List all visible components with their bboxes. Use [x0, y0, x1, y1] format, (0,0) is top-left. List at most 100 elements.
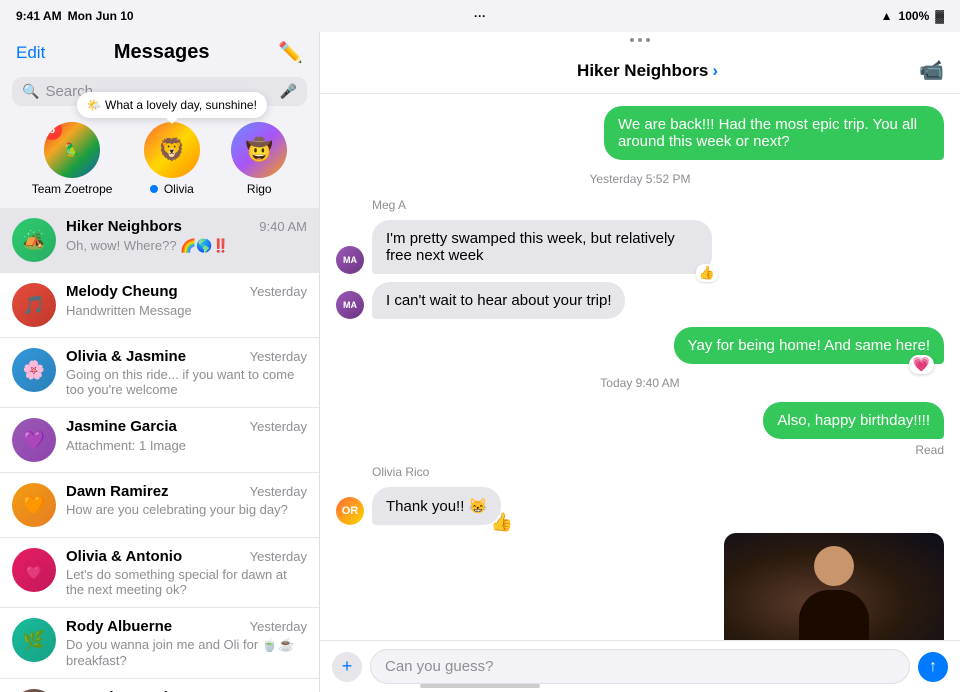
blue-dot-olivia: [150, 185, 158, 193]
list-item-melody-cheung[interactable]: 🎵 Melody Cheung Yesterday Handwritten Me…: [0, 273, 319, 338]
conversation-panel: Hiker Neighbors › 📹 We are back!!! Had t…: [320, 32, 960, 692]
status-bar-right: ▲ 100% ▓: [881, 9, 944, 23]
message-bubble-1: We are back!!! Had the most epic trip. Y…: [604, 106, 944, 160]
list-avatar-hiker: 🏕️: [12, 218, 56, 262]
sender-name-mega: Meg A: [372, 198, 944, 212]
conversation-title: Hiker Neighbors: [577, 61, 708, 81]
list-item-name-melody: Melody Cheung: [66, 283, 178, 300]
message-cant-wait: MA I can't wait to hear about your trip!: [336, 282, 944, 319]
add-button[interactable]: +: [332, 652, 362, 682]
dot2: [638, 38, 642, 42]
message-yay: Yay for being home! And same here! 💗: [336, 327, 944, 364]
status-dots: ···: [474, 9, 486, 23]
list-item-preview-jasmine: Attachment: 1 Image: [66, 438, 186, 453]
person-figure: [799, 546, 869, 640]
battery-level: 100%: [899, 9, 930, 23]
list-item-preview-dawn: How are you celebrating your big day?: [66, 502, 307, 517]
status-bar: 9:41 AM Mon Jun 10 ··· ▲ 100% ▓: [0, 0, 960, 32]
thumbs-up-overlay: 👍: [491, 512, 513, 533]
conversation-title-area[interactable]: Hiker Neighbors ›: [577, 61, 718, 81]
list-item-olivia-jasmine[interactable]: 🌸 Olivia & Jasmine Yesterday Going on th…: [0, 338, 319, 408]
avatar-mega-2: MA: [336, 291, 364, 319]
list-avatar-oliviaa: 💗: [12, 548, 56, 592]
list-item-rody-albuerne[interactable]: 🌿 Rody Albuerne Yesterday Do you wanna j…: [0, 608, 319, 679]
message-bubble-6: Thank you!! 😸: [372, 487, 501, 525]
list-item-time-oliviaj: Yesterday: [250, 349, 307, 364]
status-time: 9:41 AM: [16, 9, 62, 23]
list-item-content-oliviaa: Olivia & Antonio Yesterday Let's do some…: [66, 548, 307, 597]
video-inner: [724, 533, 944, 640]
compose-button[interactable]: ✏️: [278, 40, 303, 65]
list-avatar-dawn: 🧡: [12, 483, 56, 527]
list-item-name-rody: Rody Albuerne: [66, 618, 172, 635]
sidebar: Edit Messages ✏️ 🔍 Search 🎤 6 🦜 Team Zoe…: [0, 32, 320, 692]
dot3: [646, 38, 650, 42]
bubble-wrapper-2: I'm pretty swamped this week, but relati…: [372, 220, 712, 274]
message-happy-birthday: Also, happy birthday!!!!: [336, 402, 944, 439]
avatar-oliviarico-1: OR: [336, 497, 364, 525]
tooltip-bubble: 🌤️ What a lovely day, sunshine!: [77, 92, 267, 118]
person-head: [814, 546, 854, 586]
send-button[interactable]: ↑: [918, 652, 948, 682]
app-container: Edit Messages ✏️ 🔍 Search 🎤 6 🦜 Team Zoe…: [0, 32, 960, 692]
input-area: + Can you guess? ↑: [320, 640, 960, 692]
list-item-antonio-manriquez[interactable]: 👤 Antonio Manríquez Yesterday: [0, 679, 319, 692]
sender-name-oliviarico-1: Olivia Rico: [372, 465, 944, 479]
list-item-content-jasmine: Jasmine Garcia Yesterday Attachment: 1 I…: [66, 418, 307, 455]
list-item-jasmine-garcia[interactable]: 💜 Jasmine Garcia Yesterday Attachment: 1…: [0, 408, 319, 473]
message-input[interactable]: Can you guess?: [370, 649, 910, 684]
pinned-name-olivia: Olivia: [164, 182, 194, 196]
search-icon: 🔍: [22, 83, 39, 100]
message-we-are-back: We are back!!! Had the most epic trip. Y…: [336, 106, 944, 160]
list-item-content-oliviaj: Olivia & Jasmine Yesterday Going on this…: [66, 348, 307, 397]
microphone-icon[interactable]: 🎤: [280, 83, 297, 100]
list-avatar-rody: 🌿: [12, 618, 56, 662]
list-item-time-jasmine: Yesterday: [250, 419, 307, 434]
edit-button[interactable]: Edit: [16, 43, 45, 63]
message-swamped: MA I'm pretty swamped this week, but rel…: [336, 220, 944, 274]
list-item-dawn-ramirez[interactable]: 🧡 Dawn Ramirez Yesterday How are you cel…: [0, 473, 319, 538]
pinned-contact-olivia[interactable]: 🌤️ What a lovely day, sunshine! 🦁 Olivia: [144, 122, 200, 196]
messages-area: We are back!!! Had the most epic trip. Y…: [320, 94, 960, 640]
pinned-contacts: 6 🦜 Team Zoetrope 🌤️ What a lovely day, …: [0, 114, 319, 208]
home-indicator: [420, 684, 540, 688]
list-item-hiker-neighbors[interactable]: 🏕️ Hiker Neighbors 9:40 AM Oh, wow! Wher…: [0, 208, 319, 273]
three-dots-indicator: [320, 32, 960, 48]
list-item-preview-oliviaa: Let's do something special for dawn at t…: [66, 567, 307, 597]
status-bar-left: 9:41 AM Mon Jun 10: [16, 9, 134, 23]
message-bubble-4: Yay for being home! And same here!: [674, 327, 944, 364]
avatar-zoetrope: 6 🦜: [44, 122, 100, 178]
list-item-time-hiker: 9:40 AM: [259, 219, 307, 234]
notification-badge: 6: [44, 122, 62, 140]
list-item-content-melody: Melody Cheung Yesterday Handwritten Mess…: [66, 283, 307, 320]
list-item-preview-melody: Handwritten Message: [66, 303, 192, 318]
list-item-time-oliviaa: Yesterday: [250, 549, 307, 564]
timestamp-today: Today 9:40 AM: [336, 376, 944, 390]
pinned-contact-rigo[interactable]: 🤠 Rigo: [231, 122, 287, 196]
sidebar-title: Messages: [45, 41, 278, 64]
tooltip-text: 🌤️ What a lovely day, sunshine!: [87, 98, 257, 112]
message-bubble-3: I can't wait to hear about your trip!: [372, 282, 625, 319]
list-item-time-dawn: Yesterday: [250, 484, 307, 499]
pinned-contact-zoetrope[interactable]: 6 🦜 Team Zoetrope: [32, 122, 113, 196]
message-video: [336, 533, 944, 640]
person-body: [799, 590, 869, 640]
message-bubble-2: I'm pretty swamped this week, but relati…: [372, 220, 712, 274]
list-avatar-melody: 🎵: [12, 283, 56, 327]
bubble-wrapper-6: Thank you!! 😸 👍: [372, 487, 501, 525]
thumbs-reaction-1: 👍: [696, 264, 718, 282]
list-item-time-rody: Yesterday: [250, 619, 307, 634]
video-thumbnail: [724, 533, 944, 640]
facetime-icon[interactable]: 📹: [919, 58, 944, 83]
list-item-olivia-antonio[interactable]: 💗 Olivia & Antonio Yesterday Let's do so…: [0, 538, 319, 608]
list-avatar-jasmine: 💜: [12, 418, 56, 462]
avatar-olivia: 🦁: [144, 122, 200, 178]
list-item-name-hiker: Hiker Neighbors: [66, 218, 182, 235]
heart-reaction: 💗: [909, 355, 934, 374]
message-bubble-5: Also, happy birthday!!!!: [763, 402, 944, 439]
chevron-right-icon: ›: [712, 61, 718, 81]
dot1: [630, 38, 634, 42]
conversation-header: Hiker Neighbors › 📹: [320, 48, 960, 94]
list-item-name-oliviaa: Olivia & Antonio: [66, 548, 182, 565]
list-item-content-hiker: Hiker Neighbors 9:40 AM Oh, wow! Where??…: [66, 218, 307, 255]
